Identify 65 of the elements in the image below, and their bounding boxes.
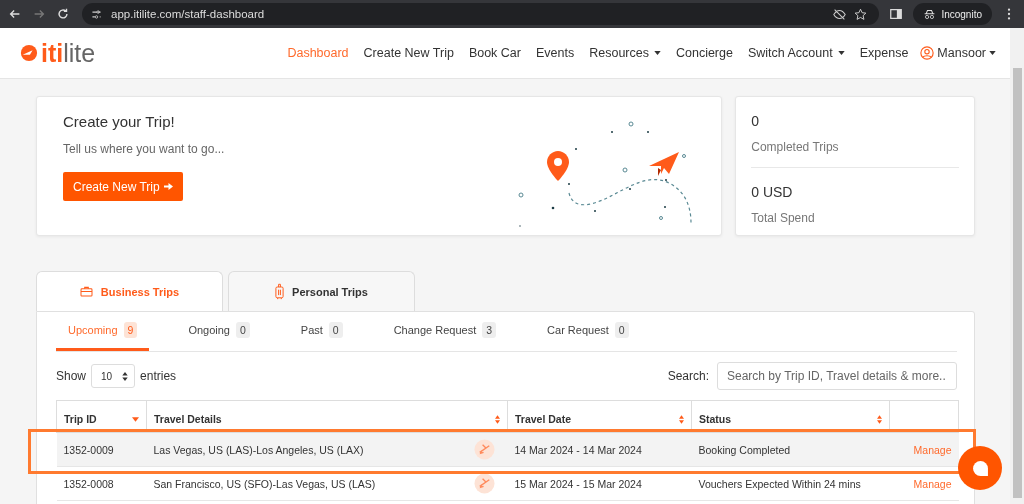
nav-link[interactable]: Book Car — [468, 46, 521, 60]
sort-icon[interactable] — [679, 414, 684, 424]
sort-icon[interactable] — [877, 414, 882, 424]
scrollbar[interactable] — [1010, 28, 1024, 504]
count-badge: 0 — [614, 322, 629, 338]
table-cell: 14 Mar 2024 - 14 Mar 2024 — [507, 432, 692, 467]
search-label: Search: — [667, 369, 709, 383]
status-tab[interactable]: Ongoing 0 — [176, 312, 262, 351]
stat-label: Total Spend — [751, 211, 816, 225]
stat-value: 0 USD — [751, 184, 794, 200]
logo-icon — [20, 44, 38, 62]
nav-link[interactable]: Resources — [589, 46, 661, 60]
luggage-icon — [275, 283, 285, 300]
card-title: Create your Trip! — [63, 113, 176, 130]
logo[interactable]: itilite — [20, 38, 96, 68]
site-settings-icon[interactable] — [90, 7, 103, 21]
status-tab[interactable]: Car Request 0 — [535, 312, 641, 351]
user-menu[interactable]: Mansoor — [920, 46, 996, 60]
eye-off-icon[interactable] — [833, 7, 847, 21]
nav-link[interactable]: Switch Account — [747, 46, 845, 60]
incognito-icon — [923, 7, 937, 21]
count-badge: 3 — [482, 322, 497, 338]
sort-icon — [122, 371, 129, 381]
show-label: Show — [56, 369, 87, 383]
sort-icon[interactable] — [495, 414, 500, 424]
flight-icon — [473, 473, 495, 494]
nav-link[interactable]: Create New Trip — [363, 46, 454, 60]
nav-link[interactable]: Concierge — [675, 46, 733, 60]
count-badge: 0 — [235, 322, 250, 338]
status-tab[interactable]: Past 0 — [288, 312, 355, 351]
entries-label: entries — [140, 369, 177, 383]
entries-select[interactable]: 10 — [91, 364, 136, 388]
table-cell: 1352-0009 — [56, 432, 147, 467]
caret-icon — [989, 51, 996, 55]
table-cell: San Francisco, US (SFO)-Las Vegas, US (LAS) — [153, 477, 376, 490]
column-header[interactable]: Trip ID — [64, 413, 97, 425]
user-icon — [920, 46, 935, 60]
nav-link[interactable]: Events — [536, 46, 575, 60]
address-bar[interactable]: app.itilite.com/staff-dashboard — [82, 3, 880, 25]
column-header[interactable]: Travel Details — [154, 413, 222, 425]
column-header[interactable]: Travel Date — [515, 413, 572, 425]
stat-value: 0 — [751, 113, 761, 129]
briefcase-icon — [79, 286, 93, 297]
search-field[interactable]: Search by Trip ID, Travel details & more.. — [717, 362, 957, 390]
trip-type-tab[interactable]: Personal Trips — [228, 271, 415, 311]
side-panel-icon[interactable] — [889, 7, 904, 21]
sort-desc-icon[interactable] — [132, 416, 139, 422]
chat-icon — [971, 459, 989, 477]
column-header[interactable]: Status — [699, 413, 732, 425]
flight-icon — [473, 439, 495, 460]
stat-label: Completed Trips — [751, 140, 840, 154]
card-subtitle: Tell us where you want to go... — [63, 142, 225, 156]
table-cell: Las Vegas, US (LAS)-Los Angeles, US (LAX) — [153, 443, 364, 456]
count-badge: 0 — [328, 322, 343, 338]
star-icon[interactable] — [854, 7, 868, 21]
chat-button[interactable] — [958, 446, 1002, 490]
count-badge: 9 — [123, 322, 138, 338]
table-cell: Booking Completed — [691, 432, 890, 467]
incognito-chip[interactable]: Incognito — [913, 3, 992, 25]
forward-icon[interactable] — [32, 7, 46, 21]
reload-icon[interactable] — [56, 7, 70, 21]
status-tab[interactable]: Change Request 3 — [381, 312, 509, 351]
back-icon[interactable] — [8, 7, 22, 21]
nav-link[interactable]: Expense — [859, 46, 909, 60]
arrow-icon — [163, 182, 173, 191]
